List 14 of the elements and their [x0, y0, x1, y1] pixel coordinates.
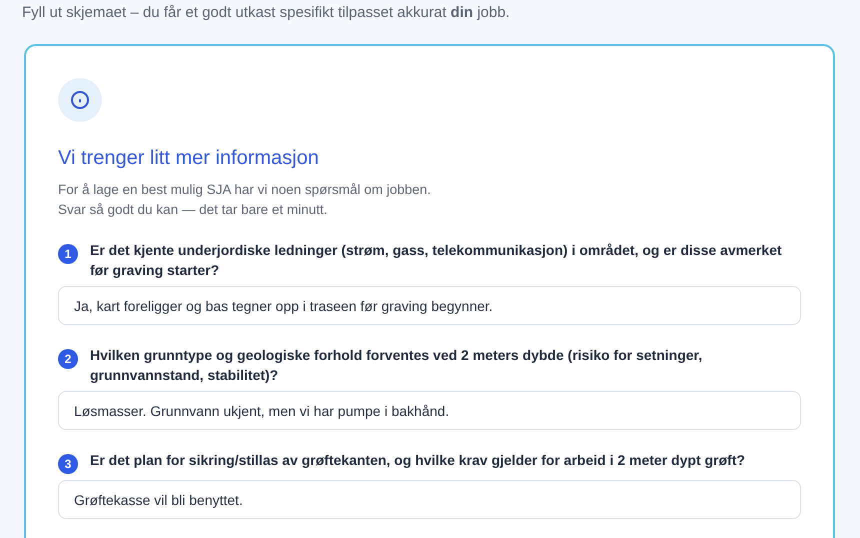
- answer-field[interactable]: Grøftekasse vil bli benyttet.: [58, 480, 801, 519]
- answer-field[interactable]: Ja, kart foreligger og bas tegner opp i traseen før graving begynner.: [58, 286, 801, 325]
- question-text: Er det kjente underjordiske ledninger (strøm, gass, telekommunikasjon) i området, og er disse avmerket før graving starter?: [90, 241, 783, 280]
- question-text: Er det plan for sikring/stillas av grøftekanten, og hvilke krav gjelder for arbeid i 2 meter dypt grøft?: [90, 451, 746, 470]
- number-badge: 3: [58, 454, 78, 474]
- answer-field[interactable]: Løsmasser. Grunnvann ukjent, men vi har pumpe i bakhånd.: [58, 391, 801, 430]
- info-icon: [70, 90, 90, 110]
- number-badge: 1: [58, 244, 78, 264]
- number-badge: 2: [58, 349, 78, 369]
- intro-text: Fyll ut skjemaet – du får et godt utkast spesifikt tilpasset akkurat din jobb.: [22, 4, 510, 22]
- question-text: Hvilken grunntype og geologiske forhold forventes ved 2 meters dybde (risiko for setninger, grunnvannstand, stabilitet)?: [90, 346, 704, 385]
- description-text: For å lage en best mulig SJA har vi noen spørsmål om jobben.: [58, 181, 432, 199]
- description-text: Svar så godt du kan — det tar bare et minutt.: [58, 201, 328, 219]
- card-title: Vi trenger litt mer informasjon: [58, 146, 320, 170]
